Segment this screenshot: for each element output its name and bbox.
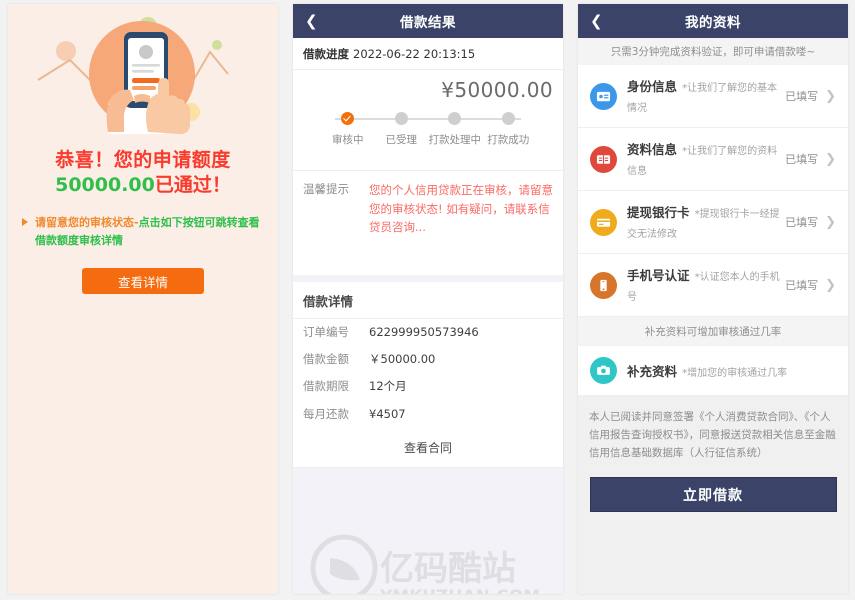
progress-body: ¥50000.00 审核中 已受理 打款处理中 打款成功 <box>293 70 563 170</box>
loan-amount-display: ¥50000.00 <box>441 78 553 102</box>
detail-value: ￥50000.00 <box>369 352 436 367</box>
loan-detail-card: 借款详情 订单编号 622999950573946 借款金额 ￥50000.00… <box>293 281 563 594</box>
my-profile-title: 我的资料 <box>685 15 741 31</box>
notice-prefix: 请留意您的审核状态- <box>35 216 139 230</box>
detail-key: 每月还款 <box>303 406 349 421</box>
step-item: 打款处理中 <box>428 112 482 147</box>
loan-result-header: ❮ 借款结果 <box>293 4 563 38</box>
profile-row-name: 补充资料 <box>627 363 678 379</box>
step-dot-icon <box>394 112 408 125</box>
profile-row-name: 手机号认证 <box>627 268 690 283</box>
step-item: 审核中 <box>321 112 375 147</box>
agreement-text: 本人已阅读并同意签署《个人消费贷款合同》、《个人信用报告查询授权书》，同意报送贷… <box>578 396 848 474</box>
bank-card-icon <box>590 208 617 236</box>
profile-row-information[interactable]: 资料信息 *让我们了解您的资料信息 已填写 ❯ <box>578 128 848 191</box>
profile-row-text: 资料信息 *让我们了解您的资料信息 <box>627 139 785 179</box>
profile-row-phone[interactable]: 手机号认证 *认证您本人的手机号 已填写 ❯ <box>578 254 848 317</box>
profile-row-status: 已填写 <box>785 153 819 166</box>
profile-row-status: 已填写 <box>785 90 819 103</box>
approval-panel: 恭喜！您的申请额度 50000.00已通过！ 请留意您的审核状态-点击如下按钮可… <box>8 4 278 594</box>
site-watermark: 亿码酷站 YMKUZHAN.COM <box>308 530 558 594</box>
chevron-right-icon: ❯ <box>825 277 836 293</box>
chevron-right-icon: ❯ <box>825 214 836 230</box>
detail-value: 12个月 <box>369 379 407 394</box>
profile-row-text: 提现银行卡 *提现银行卡一经提交无法修改 <box>627 202 785 242</box>
detail-key: 借款期限 <box>303 379 349 394</box>
watermark-cn: 亿码酷站 <box>380 549 516 589</box>
congrats-line1: 恭喜！您的申请额度 <box>55 149 231 171</box>
progress-card: 借款进度 2022-06-22 20:13:15 ¥50000.00 审核中 已… <box>293 38 563 170</box>
chevron-right-icon: ❯ <box>825 88 836 104</box>
step-label: 打款处理中 <box>428 134 482 146</box>
step-item: 打款成功 <box>482 112 536 147</box>
progress-label: 借款进度 <box>303 47 349 61</box>
step-dot-icon <box>501 112 515 125</box>
profile-row-name: 身份信息 <box>627 79 678 94</box>
chevron-left-icon[interactable]: ❮ <box>590 4 603 38</box>
borrow-now-button[interactable]: 立即借款 <box>589 477 837 513</box>
detail-key: 借款金额 <box>303 352 349 367</box>
chevron-left-icon[interactable]: ❮ <box>305 4 318 38</box>
id-card-icon <box>590 82 617 110</box>
loan-result-panel: ❮ 借款结果 借款进度 2022-06-22 20:13:15 ¥50000.0… <box>293 4 563 594</box>
detail-row: 借款期限 12个月 <box>293 373 563 400</box>
my-profile-header: ❮ 我的资料 <box>578 4 848 38</box>
my-profile-panel: ❮ 我的资料 只需3分钟完成资料验证，即可申请借款喽~ 身份信息 *让我们了解您… <box>578 4 848 594</box>
step-label: 已受理 <box>385 134 418 146</box>
warm-tip-text: 您的个人信用贷款正在审核，请留意您的审核状态! 如有疑问，请联系信贷员咨询... <box>369 183 553 235</box>
stepper-steps: 审核中 已受理 打款处理中 打款成功 <box>321 112 535 147</box>
congrats-message: 恭喜！您的申请额度 50000.00已通过！ <box>8 148 278 198</box>
profile-sub-note: 只需3分钟完成资料验证，即可申请借款喽~ <box>578 38 848 65</box>
profile-mid-note: 补充资料可增加审核通过几率 <box>578 317 848 346</box>
mobile-phone-icon <box>590 271 617 299</box>
profile-row-text: 手机号认证 *认证您本人的手机号 <box>627 265 785 305</box>
profile-row-status: 已填写 <box>785 279 819 292</box>
approved-suffix: 已通过！ <box>154 174 231 197</box>
warm-tip-label: 温馨提示 <box>303 182 349 196</box>
status-notice: 请留意您的审核状态-点击如下按钮可跳转查看借款额度审核详情 <box>22 214 264 250</box>
step-dot-icon <box>448 112 462 125</box>
progress-timestamp: 2022-06-22 20:13:15 <box>353 47 476 61</box>
book-info-icon <box>590 145 617 173</box>
watermark-en: YMKUZHAN.COM <box>379 587 540 594</box>
profile-row-name: 资料信息 <box>627 142 678 157</box>
profile-row-status: 已填写 <box>785 216 819 229</box>
loan-result-title: 借款结果 <box>400 15 456 31</box>
profile-row-identity[interactable]: 身份信息 *让我们了解您的基本情况 已填写 ❯ <box>578 65 848 128</box>
detail-key: 订单编号 <box>303 324 349 339</box>
step-item: 已受理 <box>375 112 429 147</box>
view-detail-button[interactable]: 查看详情 <box>82 268 204 295</box>
hand-holding-phone-illustration <box>8 4 278 144</box>
step-label: 打款成功 <box>487 134 530 146</box>
progress-stepper: 审核中 已受理 打款处理中 打款成功 <box>321 112 535 150</box>
step-label: 审核中 <box>332 134 364 146</box>
profile-row-text: 补充资料 *增加您的审核通过几率 <box>627 361 836 381</box>
profile-row-extra-materials[interactable]: 补充资料 *增加您的审核通过几率 <box>578 346 848 396</box>
loan-detail-title: 借款详情 <box>293 282 563 319</box>
chevron-right-icon: ❯ <box>825 151 836 167</box>
detail-value: ¥4507 <box>369 406 406 421</box>
detail-row: 订单编号 622999950573946 <box>293 319 563 346</box>
three-panel-screenshot: 恭喜！您的申请额度 50000.00已通过！ 请留意您的审核状态-点击如下按钮可… <box>0 0 855 600</box>
detail-value: 622999950573946 <box>369 324 479 339</box>
view-contract-link[interactable]: 查看合同 <box>293 428 563 468</box>
triangle-bullet-icon <box>22 218 28 227</box>
step-dot-done-icon <box>341 112 355 125</box>
profile-row-text: 身份信息 *让我们了解您的基本情况 <box>627 76 785 116</box>
detail-row: 每月还款 ¥4507 <box>293 401 563 428</box>
warm-tip-card: 温馨提示 您的个人信用贷款正在审核，请留意您的审核状态! 如有疑问，请联系信贷员… <box>293 170 563 275</box>
detail-row: 借款金额 ￥50000.00 <box>293 346 563 373</box>
profile-row-desc: *增加您的审核通过几率 <box>682 367 788 379</box>
camera-icon <box>590 357 617 384</box>
progress-header: 借款进度 2022-06-22 20:13:15 <box>293 38 563 70</box>
profile-row-name: 提现银行卡 <box>627 205 690 220</box>
approved-amount: 50000.00 <box>55 174 155 197</box>
profile-row-bank-card[interactable]: 提现银行卡 *提现银行卡一经提交无法修改 已填写 ❯ <box>578 191 848 254</box>
